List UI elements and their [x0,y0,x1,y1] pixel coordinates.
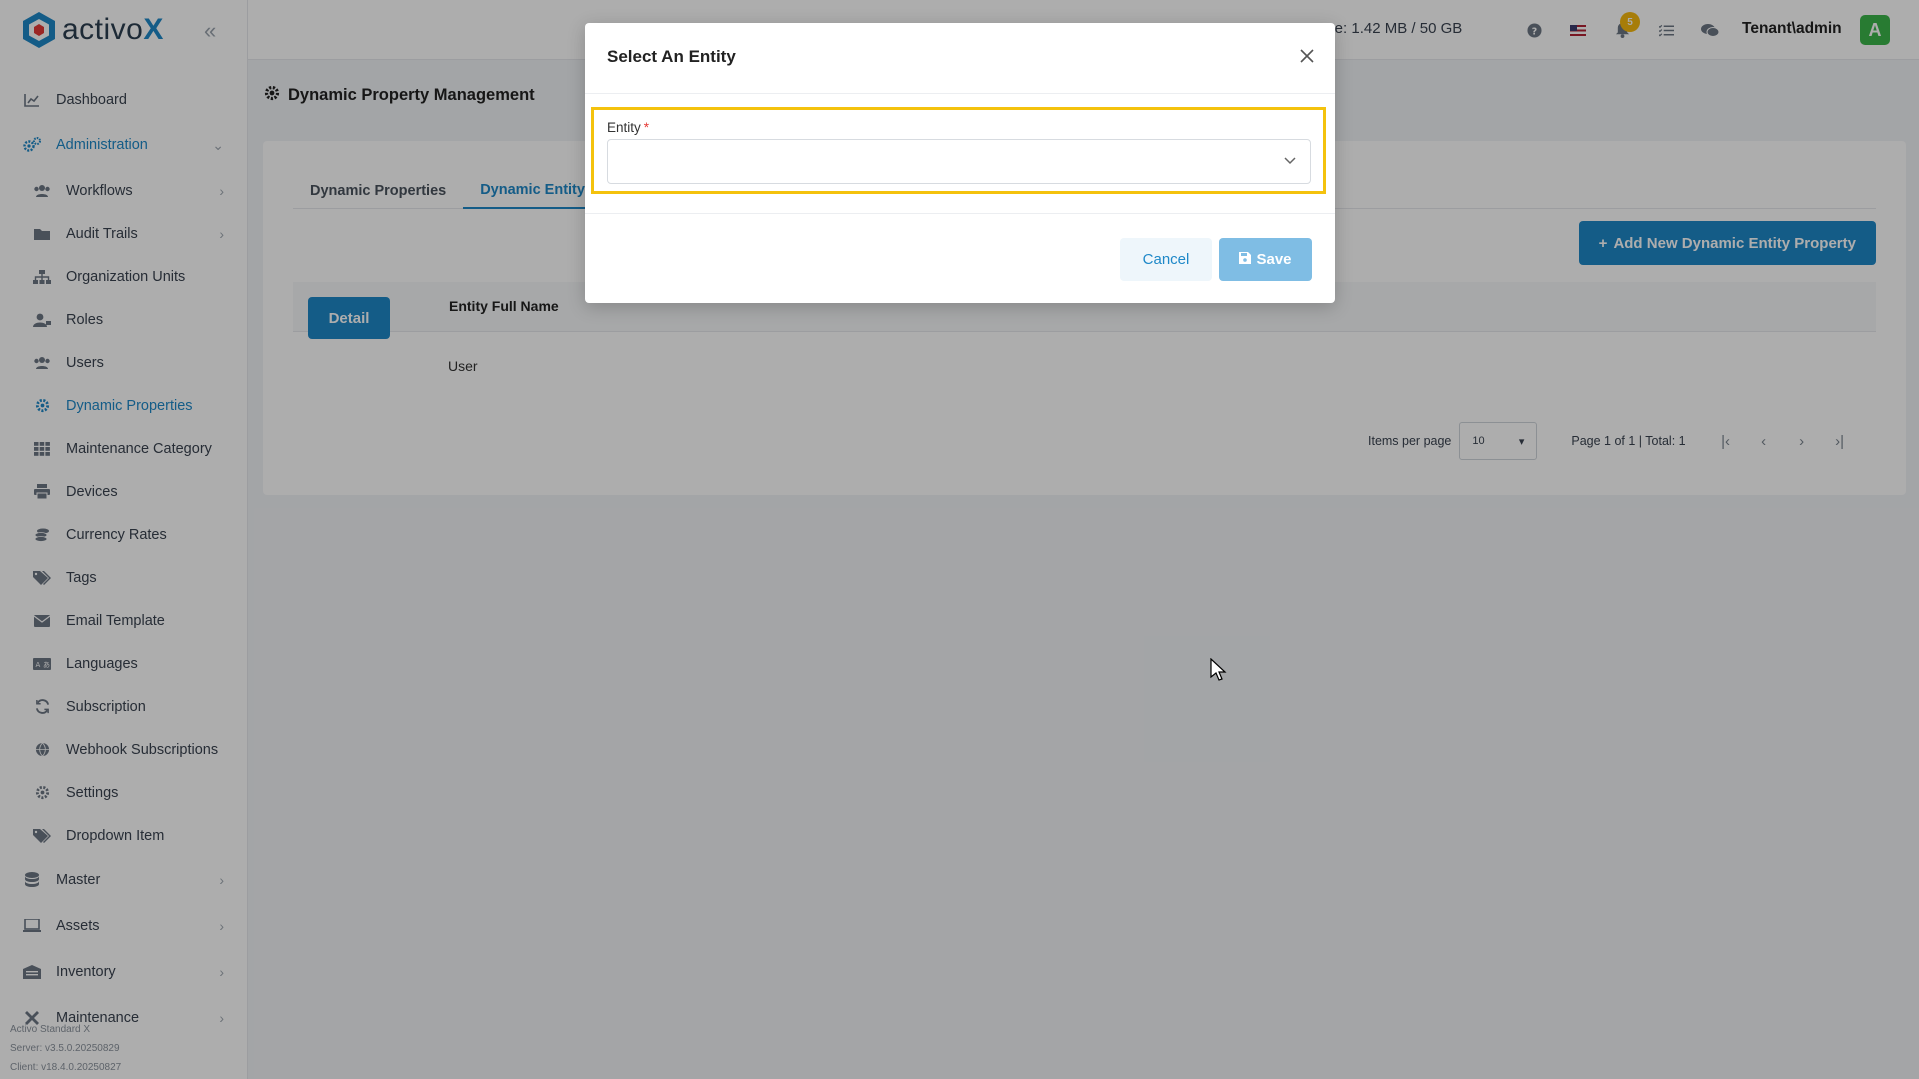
close-icon[interactable] [1299,45,1315,69]
mouse-cursor-icon [1210,657,1228,687]
select-entity-modal: Select An Entity Entity * Cancel Save [585,23,1335,303]
cancel-button[interactable]: Cancel [1120,238,1212,281]
required-marker: * [643,120,650,135]
modal-divider [585,213,1335,214]
save-button[interactable]: Save [1219,238,1312,281]
chevron-down-icon [1284,152,1296,168]
save-label: Save [1256,251,1292,268]
floppy-disk-icon [1239,251,1252,268]
entity-field-label: Entity * [607,120,650,135]
modal-header: Select An Entity [585,23,1335,94]
modal-title: Select An Entity [607,47,736,66]
entity-select[interactable] [607,139,1311,184]
